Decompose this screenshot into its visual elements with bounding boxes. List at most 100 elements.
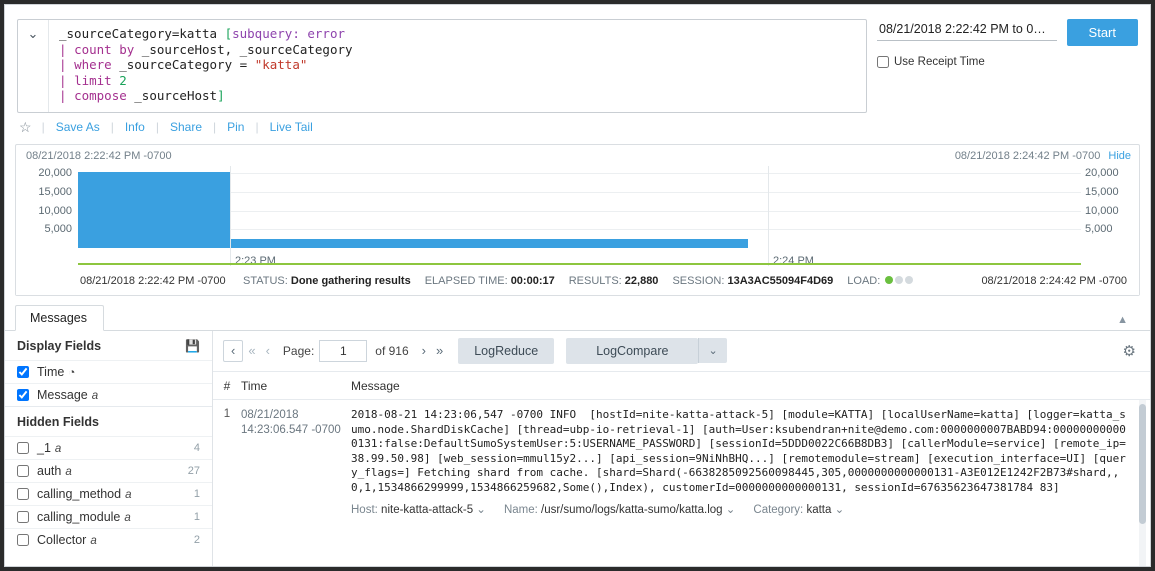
scrollbar-thumb[interactable] — [1139, 404, 1146, 524]
load-dot — [885, 276, 893, 284]
field-row-_1[interactable]: _1a4 — [5, 436, 212, 459]
load-dot — [905, 276, 913, 284]
gear-icon[interactable]: ⚙ — [1123, 342, 1136, 360]
field-type-icon: ◔ — [68, 367, 75, 379]
x-axis-tick-label: 2:24 PM — [768, 255, 814, 267]
session-value: 13A3AC55094F4D69 — [727, 275, 833, 287]
field-row-Time[interactable]: Time◔ — [5, 360, 212, 383]
field-row-auth[interactable]: autha27 — [5, 459, 212, 482]
tab-messages[interactable]: Messages — [15, 305, 104, 331]
field-row-Collector[interactable]: Collectora2 — [5, 528, 212, 551]
display-fields-title: Display Fields — [17, 339, 101, 353]
live-tail-link[interactable]: Live Tail — [259, 120, 324, 134]
axis-tick-line — [768, 166, 769, 266]
histogram-bar[interactable] — [78, 172, 230, 248]
results-value: 22,880 — [625, 275, 659, 287]
table-row[interactable]: 1 08/21/2018 14:23:06.547 -0700 2018-08-… — [213, 400, 1150, 516]
field-name: Time◔ — [37, 365, 200, 379]
hidden-fields-title: Hidden Fields — [17, 415, 99, 429]
chevron-down-icon[interactable]: ⌄ — [18, 20, 49, 112]
page-total-label: of 916 — [375, 344, 408, 358]
action-links: ☆ | Save As | Info | Share | Pin | Live … — [5, 113, 1150, 144]
row-metadata: Host: nite-katta-attack-5 ⌄ Name: /usr/s… — [351, 502, 1150, 516]
use-receipt-time-row[interactable]: Use Receipt Time — [877, 56, 1138, 68]
first-page-icon[interactable]: « — [243, 343, 260, 358]
host-chevron-down-icon[interactable]: ⌄ — [476, 504, 486, 516]
column-header-message: Message — [351, 379, 1150, 393]
logcompare-dropdown-icon[interactable]: ⌄ — [698, 338, 726, 363]
field-count: 1 — [194, 488, 200, 500]
logreduce-button[interactable]: LogReduce — [458, 338, 554, 364]
field-checkbox[interactable] — [17, 389, 29, 401]
pin-link[interactable]: Pin — [216, 120, 255, 134]
histogram-bar[interactable] — [230, 239, 748, 248]
field-row-Message[interactable]: Messagea — [5, 383, 212, 406]
histogram-plot[interactable]: 5,0005,00010,00010,00015,00015,00020,000… — [78, 166, 1081, 248]
logcompare-button[interactable]: LogCompare — [566, 338, 698, 364]
display-fields-list: Time◔ Messagea — [5, 360, 212, 406]
fields-sidebar: Display Fields 💾 Time◔ Messagea Hidden Fi… — [5, 331, 213, 566]
field-checkbox[interactable] — [17, 465, 29, 477]
field-checkbox[interactable] — [17, 442, 29, 454]
page-label: Page: — [283, 344, 314, 358]
category-chevron-down-icon[interactable]: ⌄ — [835, 504, 845, 516]
results-label: RESULTS: — [569, 275, 622, 287]
use-receipt-time-label: Use Receipt Time — [894, 56, 985, 68]
y-axis-tick-label: 5,000 — [20, 223, 72, 235]
chart-time-labels: 08/21/2018 2:22:42 PM -0700 08/21/2018 2… — [16, 145, 1139, 162]
field-row-calling_module[interactable]: calling_modulea1 — [5, 505, 212, 528]
next-page-icon[interactable]: › — [417, 343, 431, 358]
field-type-icon: a — [92, 390, 98, 402]
time-range-input[interactable] — [877, 19, 1057, 41]
save-as-link[interactable]: Save As — [45, 120, 111, 134]
row-number: 1 — [213, 408, 241, 516]
row-message-cell: 2018-08-21 14:23:06,547 -0700 INFO [host… — [351, 408, 1150, 516]
field-checkbox[interactable] — [17, 366, 29, 378]
start-button[interactable]: Start — [1067, 19, 1138, 46]
back-button[interactable]: ‹ — [223, 340, 243, 362]
status-value: Done gathering results — [291, 275, 411, 287]
field-checkbox[interactable] — [17, 534, 29, 546]
field-count: 1 — [194, 511, 200, 523]
page-input[interactable] — [319, 340, 367, 362]
y-axis-tick-label: 10,000 — [1085, 205, 1137, 217]
query-text[interactable]: _sourceCategory=katta [subquery: error| … — [49, 20, 866, 112]
star-icon[interactable]: ☆ — [19, 119, 32, 136]
y-axis-tick-label: 20,000 — [20, 167, 72, 179]
row-date: 08/21/2018 — [241, 408, 351, 423]
search-controls: Start Use Receipt Time — [867, 19, 1138, 68]
status-end-time: 08/21/2018 2:24:42 PM -0700 — [981, 275, 1127, 287]
load-indicator — [883, 275, 913, 287]
results-toolbar: ‹ « ‹ Page: of 916 › » LogReduce LogComp… — [213, 331, 1150, 372]
info-link[interactable]: Info — [114, 120, 156, 134]
query-editor[interactable]: ⌄ _sourceCategory=katta [subquery: error… — [17, 19, 867, 113]
row-time: 14:23:06.547 -0700 — [241, 423, 351, 438]
query-line: _sourceCategory=katta [subquery: error — [59, 26, 858, 42]
field-type-icon: a — [90, 535, 96, 547]
host-value: nite-katta-attack-5 — [381, 504, 473, 516]
category-value: katta — [806, 504, 831, 516]
name-chevron-down-icon[interactable]: ⌄ — [726, 504, 736, 516]
table-header: # Time Message — [213, 372, 1150, 400]
chart-start-time: 08/21/2018 2:22:42 PM -0700 — [26, 150, 172, 162]
field-count: 4 — [194, 442, 200, 454]
x-axis-tick-label: 2:23 PM — [230, 255, 276, 267]
hide-link[interactable]: Hide — [1108, 150, 1131, 162]
host-label: Host: — [351, 504, 378, 516]
elapsed-label: ELAPSED TIME: — [425, 275, 508, 287]
query-line: | count by _sourceHost, _sourceCategory — [59, 42, 858, 58]
share-link[interactable]: Share — [159, 120, 213, 134]
row-message-text: 2018-08-21 14:23:06,547 -0700 INFO [host… — [351, 408, 1150, 496]
last-page-icon[interactable]: » — [431, 343, 448, 358]
messages-pane: ‹ « ‹ Page: of 916 › » LogReduce LogComp… — [213, 331, 1150, 566]
field-row-calling_method[interactable]: calling_methoda1 — [5, 482, 212, 505]
prev-page-icon[interactable]: ‹ — [261, 343, 275, 358]
field-checkbox[interactable] — [17, 488, 29, 500]
use-receipt-time-checkbox[interactable] — [877, 56, 889, 68]
field-name: Messagea — [37, 388, 200, 402]
save-icon[interactable]: 💾 — [185, 339, 200, 353]
timeline-progress-bar — [78, 263, 1081, 265]
collapse-arrow-icon[interactable]: ▲ — [1117, 314, 1128, 326]
field-checkbox[interactable] — [17, 511, 29, 523]
axis-tick-line — [230, 166, 231, 266]
